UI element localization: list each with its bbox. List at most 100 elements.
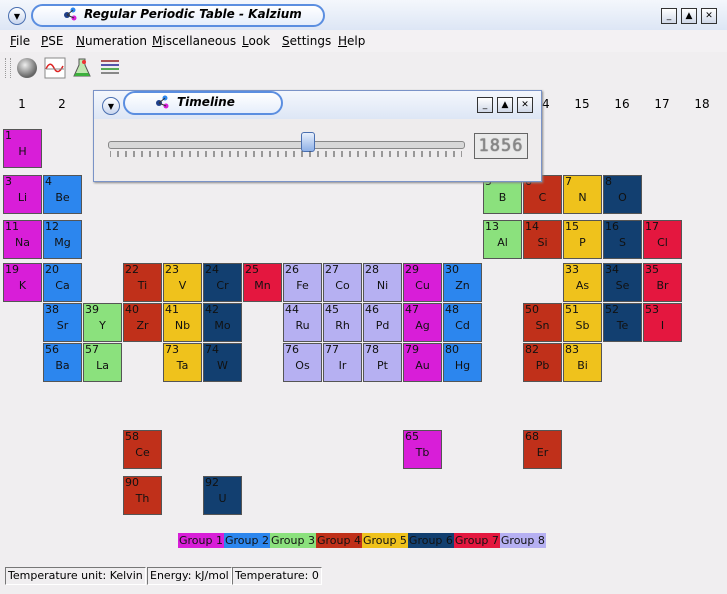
menu-miscellaneous[interactable]: Miscellaneous: [152, 34, 236, 48]
element-cl[interactable]: 17 Cl: [643, 220, 682, 259]
menu-look[interactable]: Look: [242, 34, 270, 48]
element-li[interactable]: 3 Li: [3, 175, 42, 214]
element-bi[interactable]: 83 Bi: [563, 343, 602, 382]
element-au[interactable]: 79 Au: [403, 343, 442, 382]
element-la[interactable]: 57 La: [83, 343, 122, 382]
element-ba[interactable]: 56 Ba: [43, 343, 82, 382]
element-symbol: K: [18, 279, 27, 292]
element-ca[interactable]: 20 Ca: [43, 263, 82, 302]
atomic-number: 82: [525, 343, 539, 356]
element-rh[interactable]: 45 Rh: [323, 303, 362, 342]
flask-icon[interactable]: [70, 56, 94, 80]
element-th[interactable]: 90 Th: [123, 476, 162, 515]
element-o[interactable]: 8O: [603, 175, 642, 214]
atomic-number: 53: [645, 303, 659, 316]
element-k[interactable]: 19 K: [3, 263, 42, 302]
element-symbol: V: [178, 279, 187, 292]
element-br[interactable]: 35 Br: [643, 263, 682, 302]
atomic-number: 45: [325, 303, 339, 316]
element-se[interactable]: 34 Se: [603, 263, 642, 302]
toolbar-handle[interactable]: [5, 58, 11, 78]
element-cr[interactable]: 24 Cr: [203, 263, 242, 302]
spectrum-icon[interactable]: [98, 56, 122, 80]
element-s[interactable]: 16 S: [603, 220, 642, 259]
element-ce[interactable]: 58 Ce: [123, 430, 162, 469]
element-hg[interactable]: 80 Hg: [443, 343, 482, 382]
menu-pse[interactable]: PSE: [41, 34, 63, 48]
element-y[interactable]: 39 Y: [83, 303, 122, 342]
element-ni[interactable]: 28 Ni: [363, 263, 402, 302]
element-te[interactable]: 52 Te: [603, 303, 642, 342]
element-si[interactable]: 14 Si: [523, 220, 562, 259]
element-cd[interactable]: 48 Cd: [443, 303, 482, 342]
group-number: 17: [654, 97, 670, 111]
element-sn[interactable]: 50 Sn: [523, 303, 562, 342]
element-os[interactable]: 76 Os: [283, 343, 322, 382]
legend-item-g1: Group 1: [178, 533, 224, 548]
element-symbol: Mn: [254, 279, 271, 292]
atomic-number: 23: [165, 263, 179, 276]
element-mo[interactable]: 42 Mo: [203, 303, 242, 342]
element-co[interactable]: 27 Co: [323, 263, 362, 302]
element-sb[interactable]: 51 Sb: [563, 303, 602, 342]
element-ru[interactable]: 44 Ru: [283, 303, 322, 342]
element-as[interactable]: 33 As: [563, 263, 602, 302]
element-u[interactable]: 92 U: [203, 476, 242, 515]
element-symbol: Os: [295, 359, 310, 372]
element-w[interactable]: 74 W: [203, 343, 242, 382]
element-ir[interactable]: 77 Ir: [323, 343, 362, 382]
maximize-button[interactable]: ▲: [681, 8, 697, 24]
atomic-number: 74: [205, 343, 219, 356]
legend-item-g4: Group 4: [315, 533, 362, 548]
legend-item-g3: Group 3: [269, 533, 316, 548]
element-pd[interactable]: 46 Pd: [363, 303, 402, 342]
plot-icon[interactable]: [43, 56, 67, 80]
element-nb[interactable]: 41 Nb: [163, 303, 202, 342]
window-menu-button[interactable]: ▼: [8, 7, 26, 25]
atomic-number: 42: [205, 303, 219, 316]
element-symbol: Ca: [55, 279, 70, 292]
element-v[interactable]: 23 V: [163, 263, 202, 302]
element-symbol: Pd: [375, 319, 390, 332]
menu-settings[interactable]: Settings: [282, 34, 331, 48]
close-button[interactable]: ✕: [701, 8, 717, 24]
element-al[interactable]: 13 Al: [483, 220, 522, 259]
element-be[interactable]: 4 Be: [43, 175, 82, 214]
element-fe[interactable]: 26 Fe: [283, 263, 322, 302]
element-h[interactable]: 1H: [3, 129, 42, 168]
element-p[interactable]: 15 P: [563, 220, 602, 259]
element-i[interactable]: 53 I: [643, 303, 682, 342]
element-pt[interactable]: 78 Pt: [363, 343, 402, 382]
element-mg[interactable]: 12 Mg: [43, 220, 82, 259]
element-mn[interactable]: 25 Mn: [243, 263, 282, 302]
element-na[interactable]: 11 Na: [3, 220, 42, 259]
element-ag[interactable]: 47 Ag: [403, 303, 442, 342]
element-pb[interactable]: 82 Pb: [523, 343, 562, 382]
timeline-titlebar[interactable]: ▼ Timeline _ ▲ ✕: [94, 91, 541, 119]
element-er[interactable]: 68 Er: [523, 430, 562, 469]
element-zr[interactable]: 40 Zr: [123, 303, 162, 342]
element-ta[interactable]: 73 Ta: [163, 343, 202, 382]
element-tb[interactable]: 65 Tb: [403, 430, 442, 469]
atomic-number: 3: [5, 175, 12, 188]
timeline-close-button[interactable]: ✕: [517, 97, 533, 113]
menu-help[interactable]: Help: [338, 34, 365, 48]
element-n[interactable]: 7N: [563, 175, 602, 214]
element-symbol: Au: [415, 359, 430, 372]
element-ti[interactable]: 22 Ti: [123, 263, 162, 302]
element-cu[interactable]: 29 Cu: [403, 263, 442, 302]
element-symbol: Zn: [455, 279, 470, 292]
timeline-menu-button[interactable]: ▼: [102, 97, 120, 115]
timeline-maximize-button[interactable]: ▲: [497, 97, 513, 113]
sphere-icon[interactable]: [15, 56, 39, 80]
element-symbol: U: [218, 492, 227, 505]
element-sr[interactable]: 38 Sr: [43, 303, 82, 342]
menu-file[interactable]: File: [10, 34, 30, 48]
element-zn[interactable]: 30 Zn: [443, 263, 482, 302]
minimize-button[interactable]: _: [661, 8, 677, 24]
main-titlebar[interactable]: ▼ Regular Periodic Table - Kalzium _ ▲ ✕: [0, 0, 727, 30]
timeline-slider-handle[interactable]: [300, 132, 315, 152]
timeline-slider-track[interactable]: [108, 141, 465, 149]
menu-numeration[interactable]: Numeration: [76, 34, 147, 48]
timeline-minimize-button[interactable]: _: [477, 97, 493, 113]
